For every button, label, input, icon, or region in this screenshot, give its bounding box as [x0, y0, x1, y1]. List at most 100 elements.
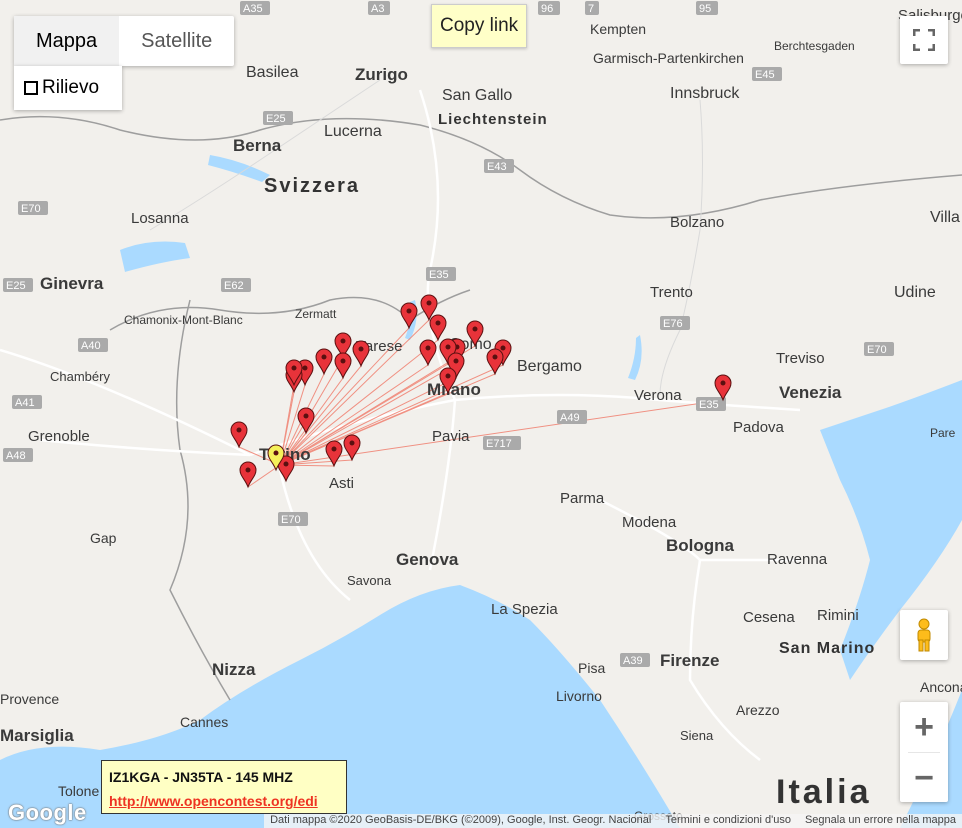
copy-link-button[interactable]: Copy link: [431, 4, 528, 48]
city-label: Chambéry: [50, 369, 110, 384]
terrain-checkbox[interactable]: [24, 81, 38, 95]
svg-text:E35: E35: [429, 269, 449, 281]
svg-text:E25: E25: [266, 113, 286, 125]
road-shield: E35: [426, 267, 456, 281]
terrain-toggle[interactable]: Rilievo: [14, 66, 122, 110]
road-shield: A48: [3, 448, 33, 462]
city-label: Berna: [233, 136, 282, 155]
marker-dot: [720, 380, 726, 386]
marker-dot: [273, 450, 279, 456]
city-label: Treviso: [776, 350, 825, 367]
svg-text:E25: E25: [6, 280, 26, 292]
marker-dot: [283, 461, 289, 467]
road-shield: A49: [557, 410, 587, 424]
city-label: Villa: [930, 209, 960, 226]
zoom-out-button[interactable]: −: [900, 753, 948, 803]
road-shield: E70: [278, 512, 308, 526]
fullscreen-icon: [913, 29, 935, 51]
city-label: Bergamo: [517, 358, 582, 375]
zoom-control: + −: [900, 702, 948, 802]
marker-dot: [472, 326, 478, 332]
marker-dot: [358, 346, 364, 352]
svg-text:E70: E70: [21, 203, 41, 215]
marker-dot: [500, 345, 506, 351]
city-label: Parma: [560, 490, 605, 507]
svg-text:E717: E717: [486, 438, 512, 450]
marker-dot: [302, 365, 308, 371]
road-shield: E45: [752, 67, 782, 81]
city-label: Marsiglia: [0, 726, 74, 745]
city-label: Losanna: [131, 210, 189, 227]
road-shield: 7: [585, 1, 599, 15]
road-shield: E62: [221, 278, 251, 292]
marker-dot: [445, 344, 451, 350]
svg-text:E76: E76: [663, 318, 683, 330]
road-shield: E717: [483, 436, 521, 450]
marker-dot: [435, 320, 441, 326]
svg-text:E45: E45: [755, 69, 775, 81]
svg-text:A35: A35: [243, 3, 263, 15]
svg-text:95: 95: [699, 3, 711, 15]
map-type-satellite-button[interactable]: Satellite: [119, 16, 234, 66]
city-label: Zurigo: [355, 65, 408, 84]
svg-text:A48: A48: [6, 450, 26, 462]
svg-text:7: 7: [588, 3, 594, 15]
city-label: San Gallo: [442, 87, 512, 104]
zoom-in-button[interactable]: +: [900, 702, 948, 752]
road-shield: A40: [78, 338, 108, 352]
road-shield: E76: [660, 316, 690, 330]
country-label: Italia: [776, 773, 871, 811]
pegman-icon: [917, 618, 931, 652]
marker-dot: [425, 345, 431, 351]
city-label: Garmisch-Partenkirchen: [593, 50, 744, 66]
city-label: Cesena: [743, 609, 795, 626]
road-shield: A35: [240, 1, 270, 15]
map-canvas[interactable]: Svizzera Liechtenstein Italia San Marino Bas…: [0, 0, 962, 828]
city-label: Asti: [329, 475, 354, 492]
svg-text:E35: E35: [699, 399, 719, 411]
city-label: Chamonix-Mont-Blanc: [124, 313, 243, 327]
marker-dot: [445, 373, 451, 379]
city-label: Savona: [347, 573, 392, 588]
country-label: San Marino: [779, 640, 875, 657]
map-attribution: Dati mappa ©2020 GeoBasis-DE/BKG (©2009)…: [264, 814, 962, 828]
marker-dot: [349, 440, 355, 446]
marker-dot: [340, 358, 346, 364]
city-label: Provence: [0, 691, 59, 707]
road-shield: E70: [864, 342, 894, 356]
google-logo[interactable]: Google: [8, 800, 87, 826]
report-error-link[interactable]: Segnala un errore nella mappa: [805, 814, 956, 828]
city-label: Modena: [622, 514, 677, 531]
city-label: Cannes: [180, 714, 228, 730]
station-info-box: IZ1KGA - JN35TA - 145 MHZ http://www.ope…: [101, 760, 347, 814]
road-shield: A41: [12, 395, 42, 409]
marker-dot: [426, 300, 432, 306]
svg-text:A3: A3: [371, 3, 384, 15]
marker-dot: [492, 354, 498, 360]
station-link[interactable]: http://www.opencontest.org/edi: [109, 793, 338, 809]
city-label: Venezia: [779, 383, 842, 402]
city-label: Udine: [894, 284, 936, 301]
svg-text:96: 96: [541, 3, 553, 15]
city-label: Zermatt: [295, 307, 337, 321]
marker-dot: [245, 467, 251, 473]
fullscreen-button[interactable]: [900, 16, 948, 64]
terms-link[interactable]: Termini e condizioni d'uso: [665, 814, 791, 828]
city-label: Pavia: [432, 428, 470, 445]
city-label: Nizza: [212, 660, 256, 679]
terrain-label: Rilievo: [42, 77, 100, 98]
map-type-map-button[interactable]: Mappa: [14, 16, 120, 66]
city-label: Siena: [680, 728, 714, 743]
city-label: Livorno: [556, 688, 602, 704]
street-view-pegman[interactable]: [900, 610, 948, 660]
city-label: Ginevra: [40, 274, 104, 293]
city-label: Ancona: [920, 679, 962, 695]
city-label: Verona: [634, 387, 682, 404]
road-shield: E25: [3, 278, 33, 292]
city-label: Rimini: [817, 607, 859, 624]
city-label: Arezzo: [736, 702, 780, 718]
city-label: Ravenna: [767, 551, 828, 568]
road-shield: 96: [538, 1, 560, 15]
city-label: La Spezia: [491, 601, 558, 618]
city-label: Pisa: [578, 660, 605, 676]
